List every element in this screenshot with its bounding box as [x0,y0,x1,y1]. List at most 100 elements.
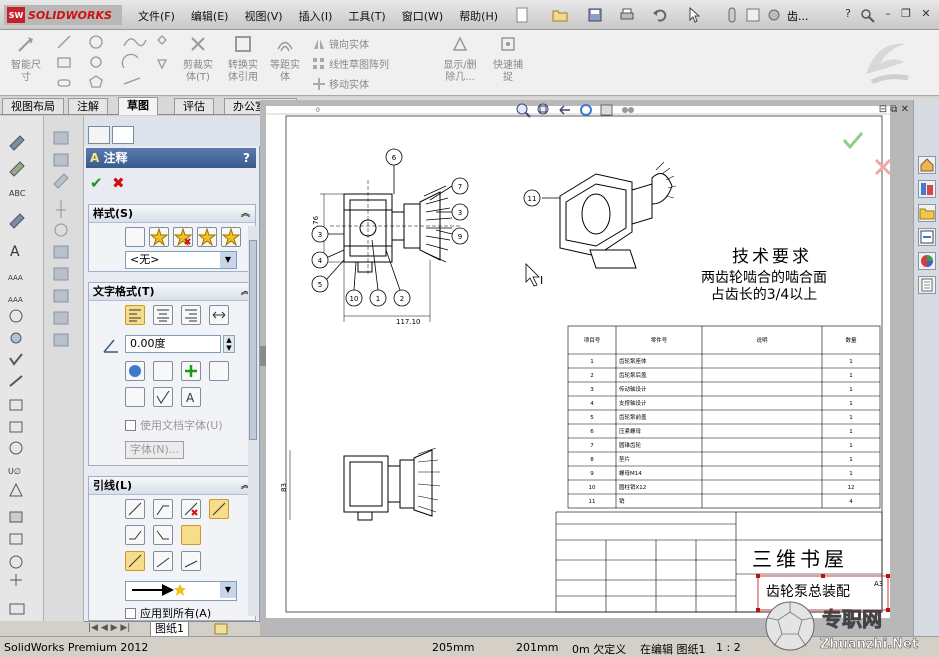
insert-surface-finish-button[interactable] [153,387,173,407]
leader-straight-button[interactable] [125,499,145,519]
help-button[interactable]: ? [840,6,856,22]
leader-right-button[interactable] [153,525,173,545]
trim-entities-button[interactable]: 剪裁实 体(T) [180,34,216,84]
link-to-property-button[interactable] [153,361,173,381]
leader-header[interactable]: 引线(L) ︽ [89,477,255,495]
restore-button[interactable]: ❐ [898,6,914,22]
tab-annotation[interactable]: 注解 [68,98,108,114]
rebuild-view-icon[interactable] [578,102,594,118]
drawing-sheet[interactable]: 0 84.76 117.10 6 7 3 9 3 4 5 10 1 2 11 8… [260,100,913,636]
convert-entities-button[interactable]: 转换实 体引用 [222,34,264,84]
sketch-tools-grid[interactable] [54,34,174,90]
style-group-header[interactable]: 样式(S) ︽ [89,205,255,223]
options-icon[interactable] [766,7,782,23]
lock-unlock-symbol-button[interactable] [209,361,229,381]
leader-left-button[interactable] [125,525,145,545]
align-center-button[interactable] [153,305,173,325]
quick-snaps-button[interactable]: 快速捕 捉 [488,34,528,84]
secondary-tool-icons[interactable] [50,130,78,370]
annotation-tool-icons[interactable]: ABC A AAA AAA U∅ [6,124,38,624]
bottom-view-dimension[interactable]: 83 [280,483,288,492]
sheet-tab-1[interactable]: 图纸1 [150,622,189,637]
leader-attach-bottom-button[interactable] [181,551,201,571]
solidworks-resources-icon[interactable] [918,156,936,174]
tab-view-layout[interactable]: 视图布局 [2,98,64,114]
menu-edit[interactable]: 编辑(E) [183,8,237,24]
menu-window[interactable]: 窗口(W) [394,8,451,24]
ok-button[interactable]: ✔ [90,174,103,192]
width-dimension[interactable]: 117.10 [396,318,421,326]
open-folder-icon[interactable] [552,7,568,23]
rebuild-icon[interactable] [724,7,740,23]
design-library-icon[interactable] [918,180,936,198]
custom-properties-icon[interactable] [918,276,936,294]
search-icon[interactable] [860,8,876,24]
hide-show-items-icon[interactable] [620,102,636,118]
help-icon[interactable]: ? [243,148,250,168]
appearances-icon[interactable] [918,252,936,270]
file-explorer-icon[interactable] [918,204,936,222]
insert-hyperlink-button[interactable] [125,361,145,381]
use-doc-font-box[interactable] [125,419,136,431]
auto-leader-button[interactable] [209,499,229,519]
move-entities-button[interactable]: 移动实体 [312,76,369,91]
previous-view-icon[interactable] [557,102,573,118]
insert-gtol-button[interactable] [125,387,145,407]
angle-input[interactable]: 0.00度 [125,335,221,353]
close-button[interactable]: ✕ [918,6,934,22]
arrow-style-select[interactable]: ▼ [125,581,237,601]
font-button[interactable]: 字体(N)... [125,441,185,459]
tab-sketch[interactable]: 草图 [118,97,158,115]
company-name[interactable]: 三维书屋 [752,547,848,571]
solidworks-logo[interactable]: SW SOLIDWORKS [4,5,122,25]
save-style-star-icon[interactable] [197,227,217,247]
cancel-button[interactable]: ✖ [112,174,125,192]
apply-all-checkbox[interactable]: 应用到所有(A) [125,605,211,621]
angle-spinner[interactable]: ▲ ▼ [223,335,235,353]
undo-icon[interactable] [652,7,668,23]
zoom-to-area-icon[interactable] [536,102,552,118]
sheet-scale[interactable]: 1 : 2 [716,641,741,654]
delete-style-star-icon[interactable] [173,227,193,247]
add-sheet-icon[interactable] [214,623,228,635]
leader-attach-middle-button[interactable] [153,551,173,571]
save-icon[interactable] [587,7,603,23]
align-left-button[interactable] [125,305,145,325]
align-right-button[interactable] [181,305,201,325]
leader-nearest-button[interactable] [181,525,201,545]
insert-datum-button[interactable]: A [181,387,201,407]
pm-scrollbar[interactable] [248,226,258,616]
smart-dimension-button[interactable]: 智能尺 寸 [8,34,44,84]
property-manager-tab[interactable] [112,126,134,144]
justify-button[interactable] [209,305,229,325]
menu-tools[interactable]: 工具(T) [340,8,393,24]
view-window-controls[interactable]: ⊟ ⧉ ✕ [879,104,909,115]
zoom-to-fit-icon[interactable] [515,102,531,118]
text-format-header[interactable]: 文字格式(T) ︽ [89,283,255,301]
apply-default-style-button[interactable] [125,227,145,247]
collapse-chevron-icon[interactable]: ︽ [241,205,250,223]
apply-all-box[interactable] [125,607,136,619]
view-palette-icon[interactable] [918,228,936,246]
leader-bent-button[interactable] [153,499,173,519]
menu-insert[interactable]: 插入(I) [291,8,341,24]
add-style-star-icon[interactable] [149,227,169,247]
select-arrow-icon[interactable] [687,7,703,23]
offset-entities-button[interactable]: 等距实 体 [266,34,304,84]
tab-evaluate[interactable]: 评估 [174,98,214,114]
style-select[interactable]: <无> ▼ [125,251,237,269]
minimize-button[interactable]: – [880,6,896,22]
linear-pattern-button[interactable]: 线性草图阵列 [312,56,389,71]
mirror-entities-button[interactable]: 镜向实体 [312,36,369,51]
print-icon[interactable] [619,7,635,23]
feature-manager-tab[interactable] [88,126,110,144]
display-style-icon[interactable] [599,102,615,118]
load-style-star-icon[interactable] [221,227,241,247]
new-document-icon[interactable] [514,7,530,23]
menu-file[interactable]: 文件(F) [130,8,183,24]
no-leader-button[interactable] [181,499,201,519]
menu-view[interactable]: 视图(V) [236,8,290,24]
show-hide-relations-button[interactable]: 显示/删 除几... [438,34,482,84]
sheet-nav-arrows[interactable]: |◀ ◀ ▶ ▶| [88,623,130,633]
add-symbol-button[interactable] [181,361,201,381]
